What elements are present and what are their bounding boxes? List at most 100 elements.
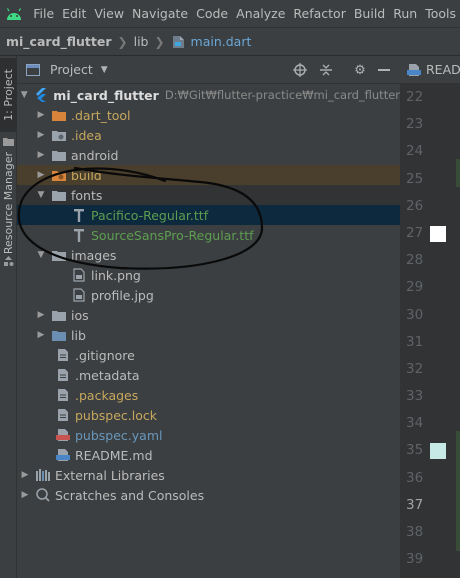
line-number: 24 [406, 143, 424, 160]
text-file-icon [55, 367, 71, 383]
markdown-file-icon [55, 447, 71, 463]
font-file-icon [71, 227, 87, 243]
menu-bar: File Edit View Navigate Code Analyze Ref… [0, 0, 460, 28]
menu-view[interactable]: View [90, 0, 128, 28]
tree-item-label: pubspec.lock [75, 407, 158, 423]
text-file-icon [55, 347, 71, 363]
color-preview-swatch[interactable] [430, 225, 446, 242]
excluded-folder-icon [51, 107, 67, 123]
tree-item[interactable]: ▶ lib [17, 325, 400, 345]
tree-item[interactable]: pubspec.yaml [17, 425, 400, 445]
line-number: 39 [406, 551, 424, 568]
source-folder-icon [51, 327, 67, 343]
menu-run[interactable]: Run [389, 0, 421, 28]
line-number: 23 [406, 116, 424, 133]
collapsed-arrow-icon[interactable]: ▶ [35, 125, 47, 145]
menu-refactor[interactable]: Refactor [289, 0, 349, 28]
collapsed-arrow-icon[interactable]: ▶ [35, 325, 47, 345]
line-number: 31 [406, 333, 424, 350]
tree-item[interactable]: ▶ External Libraries [17, 465, 400, 485]
tree-item-label: link.png [91, 267, 141, 283]
tree-item-label: profile.jpg [91, 287, 154, 303]
chevron-right-icon: ❯ [154, 34, 165, 49]
scratches-icon [35, 487, 51, 503]
expanded-arrow-icon[interactable]: ▼ [35, 185, 47, 205]
tree-item[interactable]: README.md [17, 445, 400, 465]
tree-item[interactable]: link.png [17, 265, 400, 285]
tree-root-path: D:₩Git₩flutter-practice₩mi_card_flutter [164, 88, 400, 102]
project-panel: Project ▼ ⚙ ▼ mi_card_flutter D:₩Git₩flu… [17, 56, 400, 578]
tree-item[interactable]: SourceSansPro-Regular.ttf [17, 225, 400, 245]
tree-item[interactable]: ▶ .idea [17, 125, 400, 145]
yaml-file-icon [55, 427, 71, 443]
project-view-icon [25, 62, 41, 78]
tree-item[interactable]: ▶ Scratches and Consoles [17, 485, 400, 505]
editor-tab[interactable]: READ [400, 56, 460, 84]
resource-manager-tab[interactable]: Resource Manager [0, 152, 17, 254]
expanded-arrow-icon[interactable]: ▼ [19, 85, 29, 105]
color-preview-swatch[interactable] [430, 443, 446, 460]
tree-item-label: .metadata [75, 367, 140, 383]
expanded-arrow-icon[interactable]: ▼ [35, 245, 47, 265]
tree-item[interactable]: ▼ images [17, 245, 400, 265]
chevron-down-icon[interactable]: ▼ [101, 65, 108, 75]
tree-item[interactable]: ▶ .dart_tool [17, 105, 400, 125]
project-tool-tab[interactable]: 1: Project [0, 58, 17, 132]
project-panel-title[interactable]: Project [50, 62, 93, 77]
tree-item-label: .packages [75, 387, 139, 403]
menu-navigate[interactable]: Navigate [128, 0, 192, 28]
menu-code[interactable]: Code [192, 0, 232, 28]
tree-item[interactable]: ▶ build [17, 165, 400, 185]
hide-panel-icon[interactable] [376, 62, 392, 78]
breadcrumb-file[interactable]: main.dart [171, 34, 251, 50]
line-number: 34 [406, 415, 424, 432]
tree-item[interactable]: .packages [17, 385, 400, 405]
settings-folder-icon [51, 127, 67, 143]
chevron-right-icon: ❯ [117, 34, 128, 49]
tree-item-label: External Libraries [55, 467, 165, 483]
menu-tools[interactable]: Tools [421, 0, 460, 28]
tree-item[interactable]: ▶ ios [17, 305, 400, 325]
tree-item-label: .idea [71, 127, 102, 143]
tree-item[interactable]: ▼ fonts [17, 185, 400, 205]
flutter-module-icon [33, 87, 49, 103]
tree-item-label: Pacifico-Regular.ttf [91, 207, 209, 223]
tree-item[interactable]: .metadata [17, 365, 400, 385]
breadcrumb-project[interactable]: mi_card_flutter [6, 34, 112, 49]
collapsed-arrow-icon[interactable]: ▶ [35, 305, 47, 325]
menu-file[interactable]: File [29, 0, 58, 28]
gear-icon[interactable]: ⚙ [352, 62, 368, 78]
collapsed-arrow-icon[interactable]: ▶ [35, 105, 47, 125]
tree-item[interactable]: Pacifico-Regular.ttf [17, 205, 400, 225]
line-number: 35 [400, 437, 460, 464]
tree-item[interactable]: pubspec.lock [17, 405, 400, 425]
excluded-folder-icon [51, 167, 67, 183]
markdown-file-icon [406, 62, 422, 78]
project-tool-tab-label: 1: Project [2, 69, 15, 121]
menu-build[interactable]: Build [350, 0, 389, 28]
left-tool-strip: 1: Project Resource Manager [0, 56, 17, 578]
line-number: 27 [400, 220, 460, 247]
collapsed-arrow-icon[interactable]: ▶ [19, 465, 31, 485]
tree-item-label: android [71, 147, 119, 163]
tree-item[interactable]: ▶ android [17, 145, 400, 165]
breadcrumb-folder[interactable]: lib [134, 34, 149, 49]
menu-edit[interactable]: Edit [58, 0, 90, 28]
tree-item-label: ios [71, 307, 89, 323]
tree-item[interactable]: .gitignore [17, 345, 400, 365]
tree-item-label: fonts [71, 187, 103, 203]
collapsed-arrow-icon[interactable]: ▶ [19, 485, 31, 505]
collapse-all-icon[interactable] [318, 62, 334, 78]
collapsed-arrow-icon[interactable]: ▶ [35, 145, 47, 165]
tree-item-label: lib [71, 327, 86, 343]
tree-item-label: .gitignore [75, 347, 135, 363]
text-file-icon [55, 387, 71, 403]
tree-root[interactable]: ▼ mi_card_flutter D:₩Git₩flutter-practic… [17, 85, 400, 105]
locate-file-icon[interactable] [292, 62, 308, 78]
menu-analyze[interactable]: Analyze [232, 0, 289, 28]
shapes-icon [0, 254, 17, 268]
tree-item[interactable]: profile.jpg [17, 285, 400, 305]
line-number: 33 [406, 388, 424, 405]
line-number: 25 [406, 170, 424, 187]
collapsed-arrow-icon[interactable]: ▶ [35, 165, 47, 185]
